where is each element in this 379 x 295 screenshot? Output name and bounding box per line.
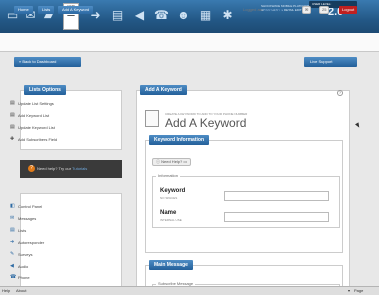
menu-item-phone[interactable]: ☎ Phone [10,273,30,282]
mouse-cursor-icon [355,122,361,129]
help-circle-icon[interactable]: ? [337,90,343,96]
menu-item-label: Audio [18,264,29,269]
menu-item-label: Autoresponder [18,240,45,245]
lists-options-title: Lists Options [24,85,66,95]
menu-item-label: Surveys [18,252,33,257]
panel-title: Add A Keyword [140,85,187,95]
need-help-label: Need Help? [161,159,183,164]
phone-icon[interactable]: ☎ [154,8,169,23]
help-icon: ? [28,165,35,172]
main-message-title: Main Message [149,260,193,270]
count-badge[interactable]: 25 [319,6,330,14]
document-icon: ▤ [10,112,15,118]
menu-item-messages[interactable]: ✉ Messages [10,214,36,223]
document-icon: ▤ [10,100,15,106]
lists-option-item[interactable]: ✚ Add Subscribers Field [10,135,57,144]
autoresponder-icon: ➜ [10,239,15,245]
audio-icon[interactable]: ◀ [132,8,147,23]
lists-option-item[interactable]: ▤ Add Keyword List [10,111,49,120]
menu-item-surveys[interactable]: ✎ Surveys [10,250,32,259]
menu-item-label: Messages [18,216,37,221]
name-label: Name [160,210,177,216]
phone-icon: ☎ [10,274,17,280]
document-icon[interactable]: ▤ [110,8,125,23]
users-icon[interactable]: ☻ [176,8,191,23]
lists-icon: ▤ [10,227,15,233]
mail-badge[interactable]: ✉ [302,6,312,14]
keyword-hint: NO SPACES [160,196,178,200]
menu-item-control-panel[interactable]: ◧ Control Panel [10,202,42,211]
menu-item-label: Control Panel [18,204,43,209]
name-hint: INTERNAL USE [160,218,182,222]
help-text: Need help? Try our [37,166,72,171]
crumb-home[interactable]: Home [14,6,33,14]
info-icon: ⓘ [156,159,160,164]
status-page-icon[interactable]: ▾ [348,288,350,293]
lists-option-item[interactable]: ▤ Update Keyword List [10,123,55,132]
lists-option-item[interactable]: ▤ Update List Settings [10,99,54,108]
keyword-info-title: Keyword Information [149,135,210,145]
toggle-icon: ▭ [183,159,188,164]
tutorials-link[interactable]: Tutorials [72,166,87,171]
logged-user[interactable]: John (702) [264,7,284,12]
add-icon: ✚ [10,136,15,142]
status-help[interactable]: Help [2,288,10,293]
help-box: ? Need help? Try our Tutorials [20,160,122,178]
audio-icon: ◀ [10,263,14,269]
back-to-dashboard-button[interactable]: « Back to Dashboard [14,57,81,67]
lists-option-label: Add Subscribers Field [18,137,58,142]
messages-icon: ✉ [10,215,15,221]
menu-item-label: Phone [18,275,30,280]
keyword-label: Keyword [160,188,186,194]
crumb-add-keyword[interactable]: Add A Keyword [58,6,94,14]
menu-item-label: Lists [18,228,27,233]
name-input[interactable] [224,212,329,222]
surveys-icon: ✎ [10,251,15,257]
logged-as: Logged as: John (702) [243,7,284,12]
lists-option-label: Update Keyword List [18,125,55,130]
menu-item-audio[interactable]: ◀ Audio [10,262,28,271]
logged-prefix: Logged as: [243,7,263,12]
menu-item-lists[interactable]: ▤ Lists [10,226,26,235]
live-support-button[interactable]: Live Support [304,57,357,67]
settings-icon[interactable]: ✱ [220,8,235,23]
notepad-icon [145,110,159,127]
page-title: Add A Keyword [165,116,247,130]
grid-icon[interactable]: ▦ [198,8,213,23]
status-page[interactable]: Page [354,288,363,293]
status-bar: Help About ▾ Page [0,286,379,295]
lists-option-label: Add Keyword List [18,113,50,118]
status-about[interactable]: About [16,288,26,293]
document-icon: ▤ [10,124,15,130]
breadcrumb-bar [0,33,379,52]
crumb-lists[interactable]: Lists [38,6,55,14]
need-help-button[interactable]: ⓘ Need Help? ▭ [152,158,192,166]
information-legend: Information [156,173,181,178]
menu-item-autoresponder[interactable]: ➜ Autoresponder [10,238,44,247]
logout-button[interactable]: Logout [339,6,358,14]
top-banner: ▭ ✉ ▰ LISTS ☰ ➜ ▤ ◀ ☎ ☻ ▦ ✱ SHOCKWAVE MO… [0,0,379,33]
control-panel-icon: ◧ [10,203,15,209]
lists-option-label: Update List Settings [18,101,54,106]
keyword-input[interactable] [224,191,329,201]
